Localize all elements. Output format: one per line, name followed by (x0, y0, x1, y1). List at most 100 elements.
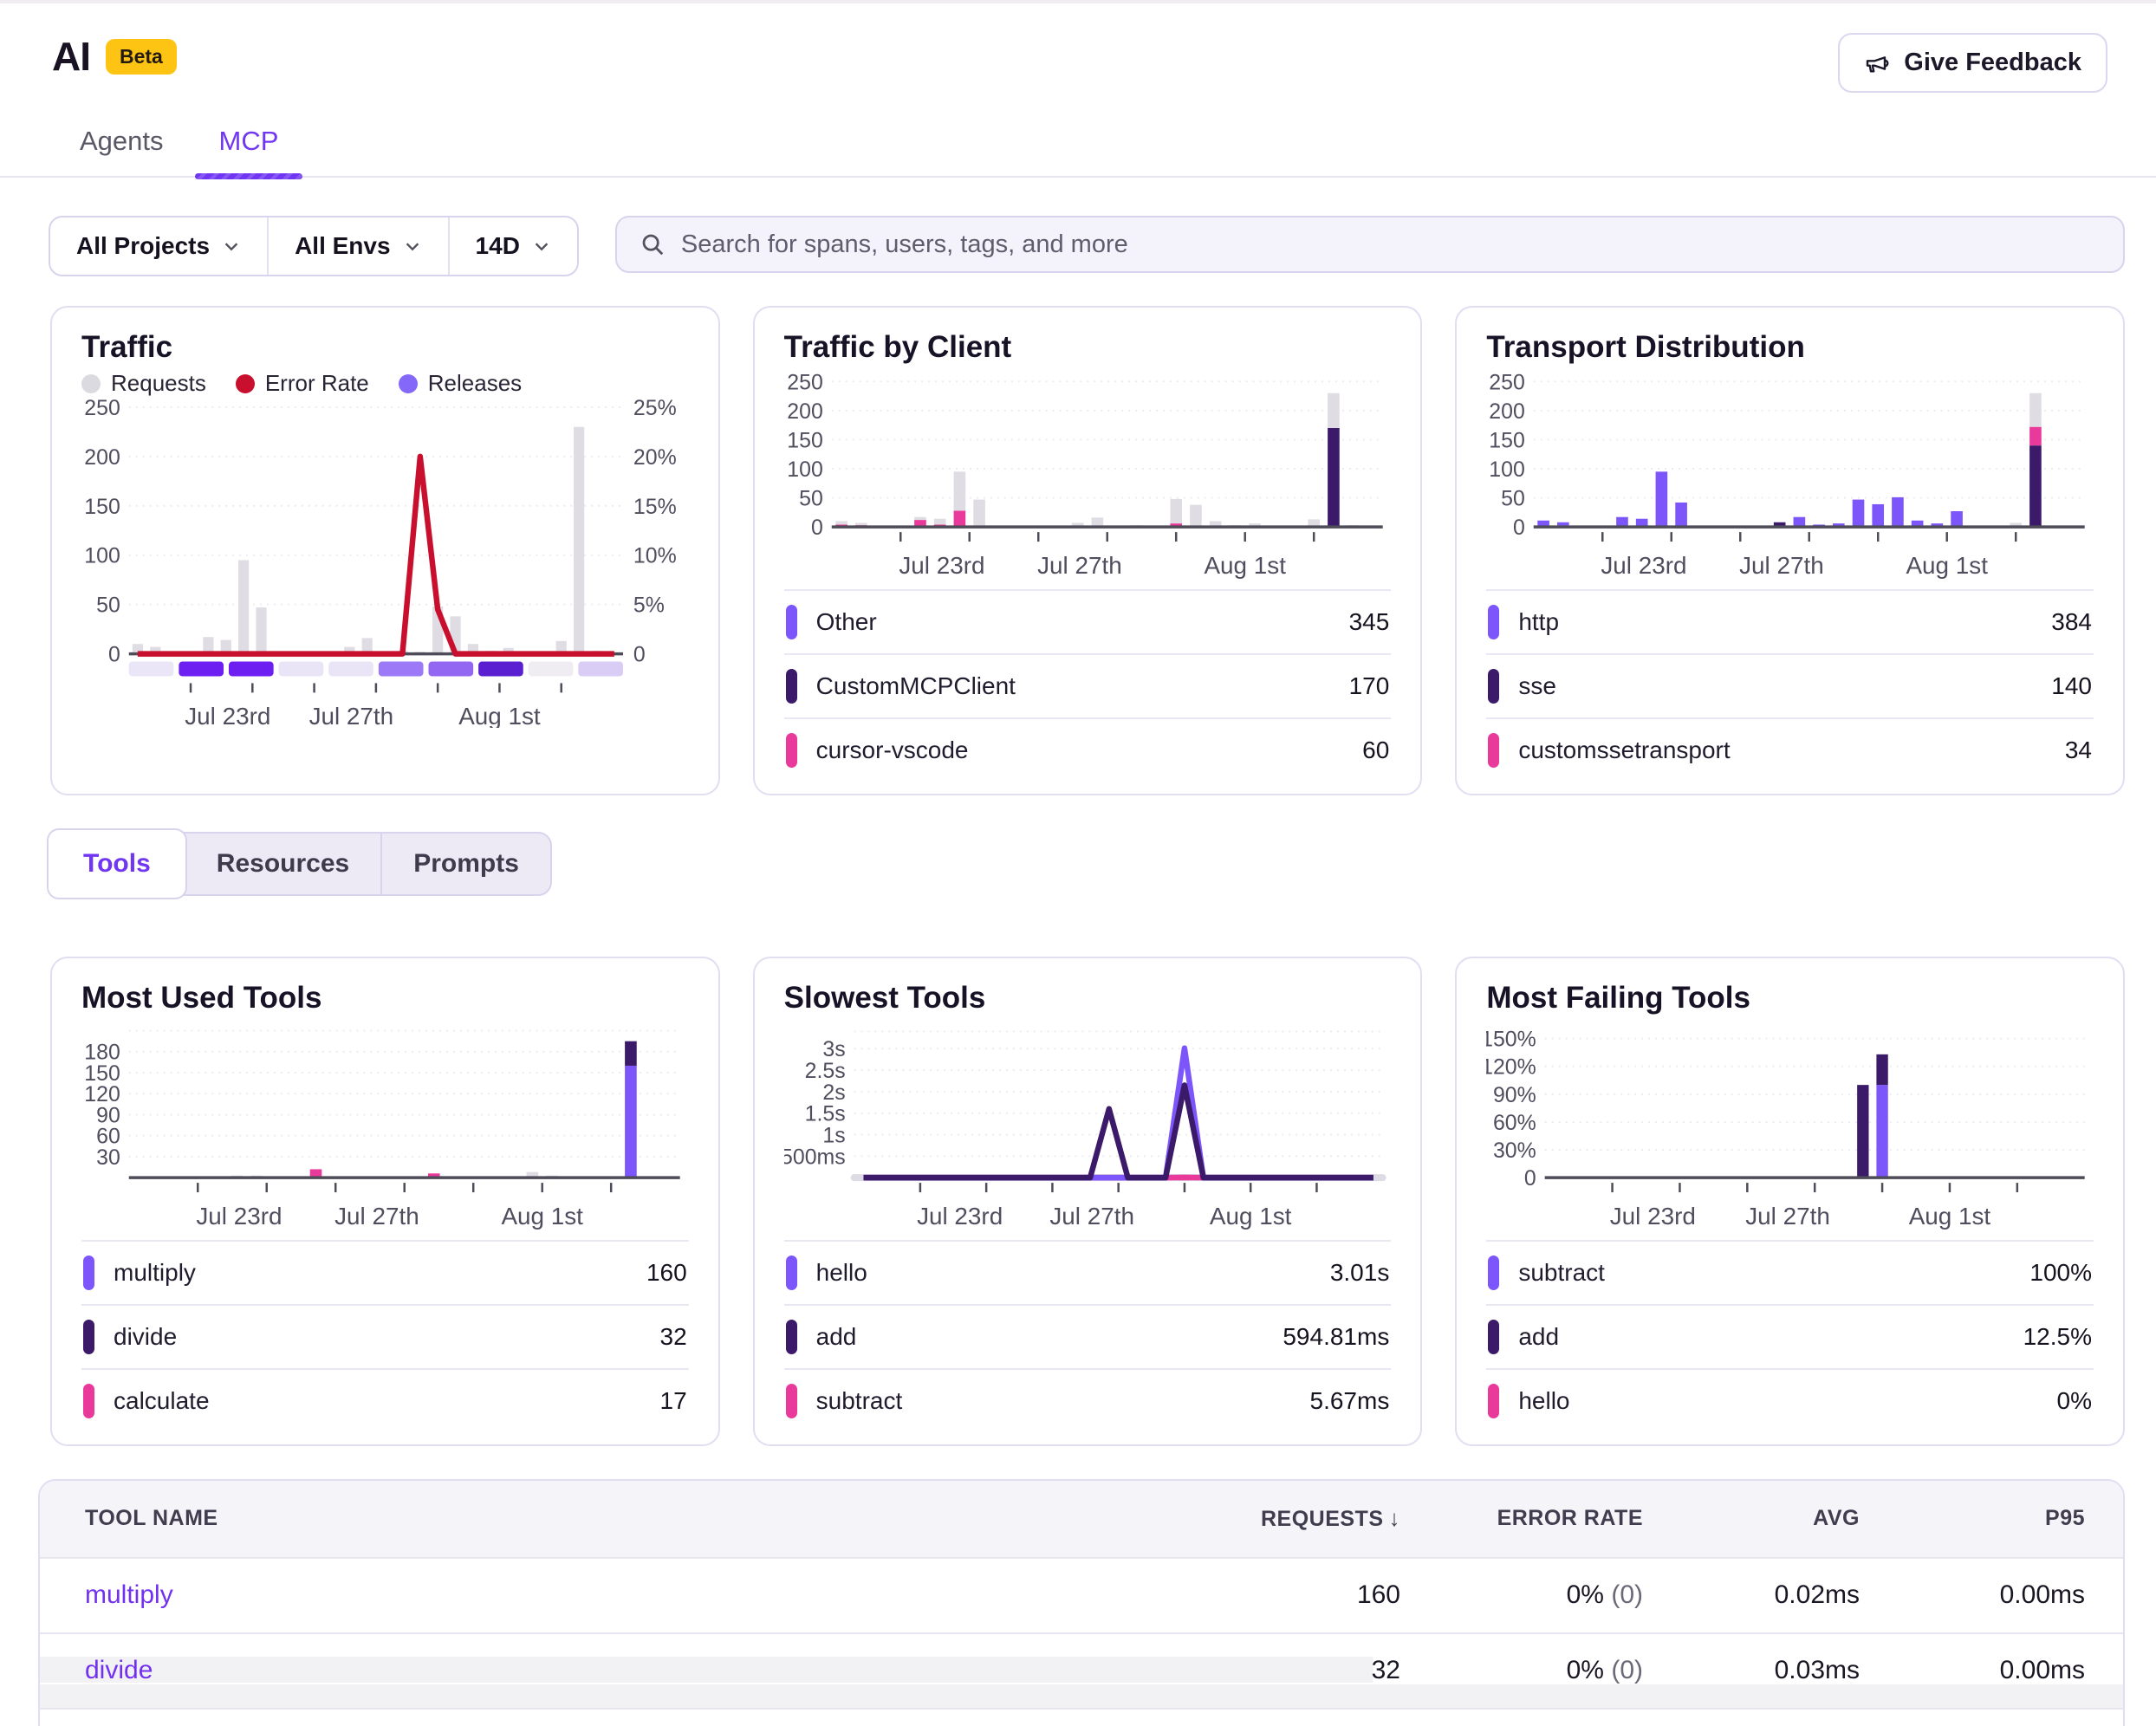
svg-text:Jul 23rd: Jul 23rd (899, 552, 984, 579)
legend-row[interactable]: calculate 17 (81, 1368, 689, 1432)
tab-resources[interactable]: Resources (185, 834, 382, 894)
legend-row[interactable]: cursor-vscode 60 (784, 717, 1392, 782)
p95-cell: 0.00ms (1860, 1656, 2085, 1685)
legend-label: customssetransport (1518, 736, 1730, 764)
legend-label: calculate (114, 1387, 210, 1415)
legend-label: Other (816, 608, 877, 636)
svg-text:10%: 10% (633, 544, 677, 568)
requests-cell: 32 (1184, 1656, 1400, 1685)
legend-row[interactable]: Other 345 (784, 589, 1392, 653)
svg-text:30: 30 (96, 1145, 120, 1170)
page-header: AI Beta Give Feedback (0, 3, 2156, 93)
top-tabs: Agents MCP (0, 126, 2156, 178)
legend-swatch (1488, 1320, 1499, 1354)
legend-value: 594.81ms (1283, 1323, 1389, 1351)
legend-row[interactable]: add 12.5% (1486, 1304, 2094, 1368)
legend-label: multiply (114, 1259, 196, 1287)
error-rate-cell: 0% (0) (1400, 1580, 1643, 1610)
svg-text:100: 100 (787, 457, 823, 482)
legend-label: hello (816, 1259, 867, 1287)
most-failing-tools-chart[interactable]: 030%60%90%120%150%Jul 23rdJul 27thAug 1s… (1486, 1021, 2094, 1235)
traffic-chart[interactable]: 05010015020025005%10%15%20%25%Jul 23rdJu… (81, 399, 689, 728)
svg-text:3s: 3s (822, 1037, 845, 1061)
traffic-by-client-chart[interactable]: 050100150200250Jul 23rdJul 27thAug 1st (784, 370, 1392, 584)
tool-name-link[interactable]: divide (85, 1656, 1184, 1685)
tab-agents[interactable]: Agents (80, 126, 164, 176)
svg-text:120%: 120% (1486, 1055, 1536, 1080)
legend-row[interactable]: customssetransport 34 (1486, 717, 2094, 782)
most-used-tools-chart[interactable]: 306090120150180Jul 23rdJul 27thAug 1st (81, 1021, 689, 1235)
legend-swatch (1488, 669, 1499, 704)
date-range-dropdown[interactable]: 14D (450, 217, 577, 275)
slowest-tools-chart[interactable]: 500ms1s1.5s2s2.5s3sJul 23rdJul 27thAug 1… (784, 1021, 1392, 1235)
svg-text:0: 0 (108, 643, 120, 667)
p95-cell: 0.00ms (1860, 1580, 2085, 1610)
col-tool-name: TOOL NAME (85, 1506, 1184, 1531)
legend-label: cursor-vscode (816, 736, 969, 764)
legend-row[interactable]: divide 32 (81, 1304, 689, 1368)
legend-row[interactable]: http 384 (1486, 589, 2094, 653)
legend-row[interactable]: subtract 100% (1486, 1240, 2094, 1304)
col-avg[interactable]: AVG (1643, 1506, 1860, 1531)
legend-swatch (83, 1256, 94, 1290)
legend-value: 160 (646, 1259, 687, 1287)
svg-text:150%: 150% (1486, 1027, 1536, 1051)
tab-tools[interactable]: Tools (47, 828, 187, 899)
svg-text:50: 50 (1501, 487, 1525, 511)
col-requests[interactable]: REQUESTS↓ (1184, 1505, 1400, 1532)
svg-text:Aug 1st: Aug 1st (1909, 1203, 1991, 1230)
slowest-legend-rows: hello 3.01s add 594.81ms subtract 5.67ms (784, 1240, 1392, 1432)
tab-mcp[interactable]: MCP (219, 126, 279, 176)
requests-cell: 160 (1184, 1580, 1400, 1610)
tool-name-link[interactable]: multiply (85, 1580, 1184, 1610)
legend-value: 17 (660, 1387, 687, 1415)
env-filter-dropdown[interactable]: All Envs (269, 217, 449, 275)
legend-swatch (786, 1384, 797, 1418)
transport-distribution-chart[interactable]: 050100150200250Jul 23rdJul 27thAug 1st (1486, 370, 2094, 584)
svg-text:Jul 23rd: Jul 23rd (1610, 1203, 1696, 1230)
legend-row[interactable]: add 594.81ms (784, 1304, 1392, 1368)
avg-cell: 0.02ms (1643, 1580, 1860, 1610)
legend-row[interactable]: hello 3.01s (784, 1240, 1392, 1304)
traffic-legend: Requests Error Rate Releases (81, 370, 689, 397)
svg-text:200: 200 (1490, 399, 1526, 424)
svg-text:0: 0 (1524, 1166, 1536, 1191)
legend-row[interactable]: sse 140 (1486, 653, 2094, 717)
col-error-rate[interactable]: ERROR RATE (1400, 1506, 1643, 1531)
legend-value: 345 (1349, 608, 1390, 636)
svg-text:150: 150 (1490, 428, 1526, 452)
search-input[interactable] (681, 230, 2101, 259)
legend-row[interactable]: subtract 5.67ms (784, 1368, 1392, 1432)
svg-text:5%: 5% (633, 594, 665, 618)
svg-text:150: 150 (787, 428, 823, 452)
project-filter-dropdown[interactable]: All Projects (50, 217, 269, 275)
svg-text:Aug 1st: Aug 1st (1906, 552, 1989, 579)
filter-group: All Projects All Envs 14D (49, 216, 579, 276)
svg-text:200: 200 (787, 399, 823, 424)
svg-text:Jul 27th: Jul 27th (1739, 552, 1824, 579)
tab-prompts[interactable]: Prompts (382, 834, 550, 894)
svg-text:250: 250 (787, 370, 823, 394)
svg-text:50: 50 (799, 487, 823, 511)
legend-row[interactable]: multiply 160 (81, 1240, 689, 1304)
chevron-down-icon (222, 237, 241, 256)
svg-text:Jul 27th: Jul 27th (1049, 1203, 1134, 1230)
svg-text:Jul 27th: Jul 27th (309, 703, 394, 728)
legend-value: 5.67ms (1310, 1387, 1390, 1415)
give-feedback-button[interactable]: Give Feedback (1838, 33, 2107, 93)
legend-swatch (1488, 1256, 1499, 1290)
legend-row[interactable]: hello 0% (1486, 1368, 2094, 1432)
svg-text:60%: 60% (1493, 1111, 1536, 1135)
chevron-down-icon (403, 237, 422, 256)
svg-text:Jul 27th: Jul 27th (1037, 552, 1122, 579)
legend-swatch (786, 669, 797, 704)
legend-swatch (83, 1320, 94, 1354)
col-p95[interactable]: P95 (1860, 1506, 2085, 1531)
svg-text:1.5s: 1.5s (804, 1101, 845, 1126)
table-row: divide 32 0% (0) 0.03ms 0.00ms (40, 1632, 2123, 1708)
search-bar[interactable] (615, 216, 2125, 273)
legend-value: 3.01s (1330, 1259, 1390, 1287)
card-title: Most Used Tools (81, 981, 689, 1015)
legend-swatch (1488, 1384, 1499, 1418)
legend-row[interactable]: CustomMCPClient 170 (784, 653, 1392, 717)
